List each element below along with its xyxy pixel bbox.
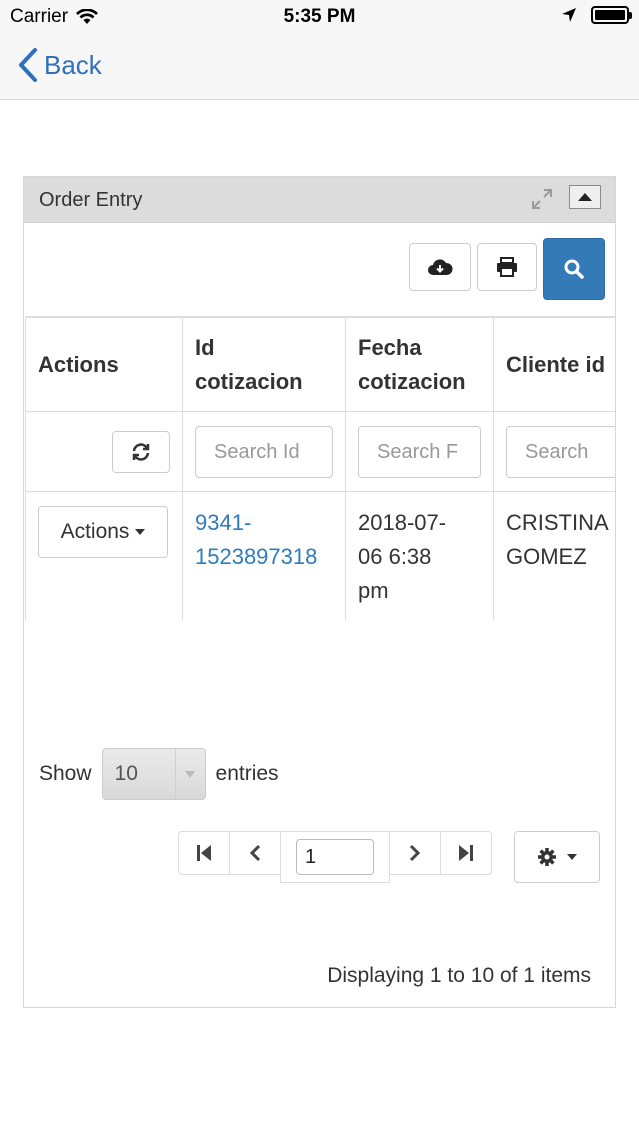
refresh-button[interactable] (112, 430, 170, 473)
page-number-input[interactable] (296, 839, 374, 875)
show-label: Show (39, 762, 92, 785)
collapse-button[interactable] (569, 185, 601, 209)
chevron-left-icon (249, 844, 261, 862)
grid-toolbar (25, 223, 615, 317)
gear-icon (538, 848, 556, 866)
search-fecha-input[interactable]: Search F (358, 425, 481, 478)
clock: 5:35 PM (283, 6, 356, 27)
filter-row: Search Id Search F Search (25, 411, 615, 492)
column-header-cliente-id[interactable]: Cliente id (493, 317, 615, 412)
caret-down-icon (135, 529, 146, 535)
chevron-down-icon (185, 770, 196, 778)
column-header-id-cotizacion[interactable]: Id cotizacion (182, 317, 346, 412)
location-arrow-icon (562, 8, 576, 22)
print-button[interactable] (477, 243, 537, 291)
next-page-button[interactable] (389, 831, 441, 875)
back-label: Back (44, 49, 102, 80)
print-icon (497, 257, 517, 277)
display-info: Displaying 1 to 10 of 1 items (327, 964, 591, 987)
last-page-button[interactable] (440, 831, 492, 875)
chevron-left-icon (19, 48, 37, 82)
navigation-bar: Back (0, 34, 639, 100)
search-button[interactable] (543, 238, 605, 300)
back-button[interactable]: Back (18, 48, 102, 82)
page-size-control: Show 10 entries (39, 748, 279, 800)
expand-icon[interactable] (529, 186, 555, 212)
cell-cliente-id: CRISTINA GOMEZ (493, 491, 615, 620)
panel-title: Order Entry (39, 189, 143, 211)
chevron-right-icon (409, 844, 421, 862)
id-cotizacion-link[interactable]: 9341- 1523897318 (195, 510, 317, 569)
row-actions-dropdown[interactable]: Actions (38, 506, 168, 558)
column-header-fecha-cotizacion[interactable]: Fecha cotizacion (345, 317, 494, 412)
pagination (178, 831, 492, 883)
last-page-icon (459, 845, 473, 861)
first-page-button[interactable] (178, 831, 230, 875)
table-row: Actions 9341- 1523897318 2018-07- 06 6:38 p… (25, 491, 615, 620)
caret-up-icon (578, 193, 592, 201)
column-header-actions[interactable]: Actions (25, 317, 183, 412)
search-cliente-input[interactable]: Search (506, 425, 615, 478)
panel-header: Order Entry (24, 177, 615, 223)
status-bar: Carrier 5:35 PM (0, 0, 639, 34)
cell-id-cotizacion: 9341- 1523897318 (182, 491, 346, 620)
battery-icon (591, 6, 632, 24)
data-grid: Actions Id cotizacion Fecha cotizacion Cli… (25, 317, 615, 620)
settings-dropdown[interactable] (514, 831, 600, 883)
cell-fecha-cotizacion: 2018-07- 06 6:38 pm (345, 491, 494, 620)
previous-page-button[interactable] (229, 831, 281, 875)
first-page-icon (197, 845, 211, 861)
search-icon (564, 259, 584, 279)
caret-down-icon (567, 854, 577, 860)
header-row: Actions Id cotizacion Fecha cotizacion Cli… (25, 317, 615, 412)
refresh-icon (132, 442, 150, 461)
search-id-input[interactable]: Search Id (195, 425, 333, 478)
order-entry-panel: Order Entry Actions Id cotizacion Fecha … (23, 176, 616, 1008)
cloud-download-icon (428, 259, 453, 275)
entries-label: entries (215, 762, 279, 785)
page-size-select[interactable]: 10 (101, 748, 206, 800)
export-button[interactable] (409, 243, 471, 291)
